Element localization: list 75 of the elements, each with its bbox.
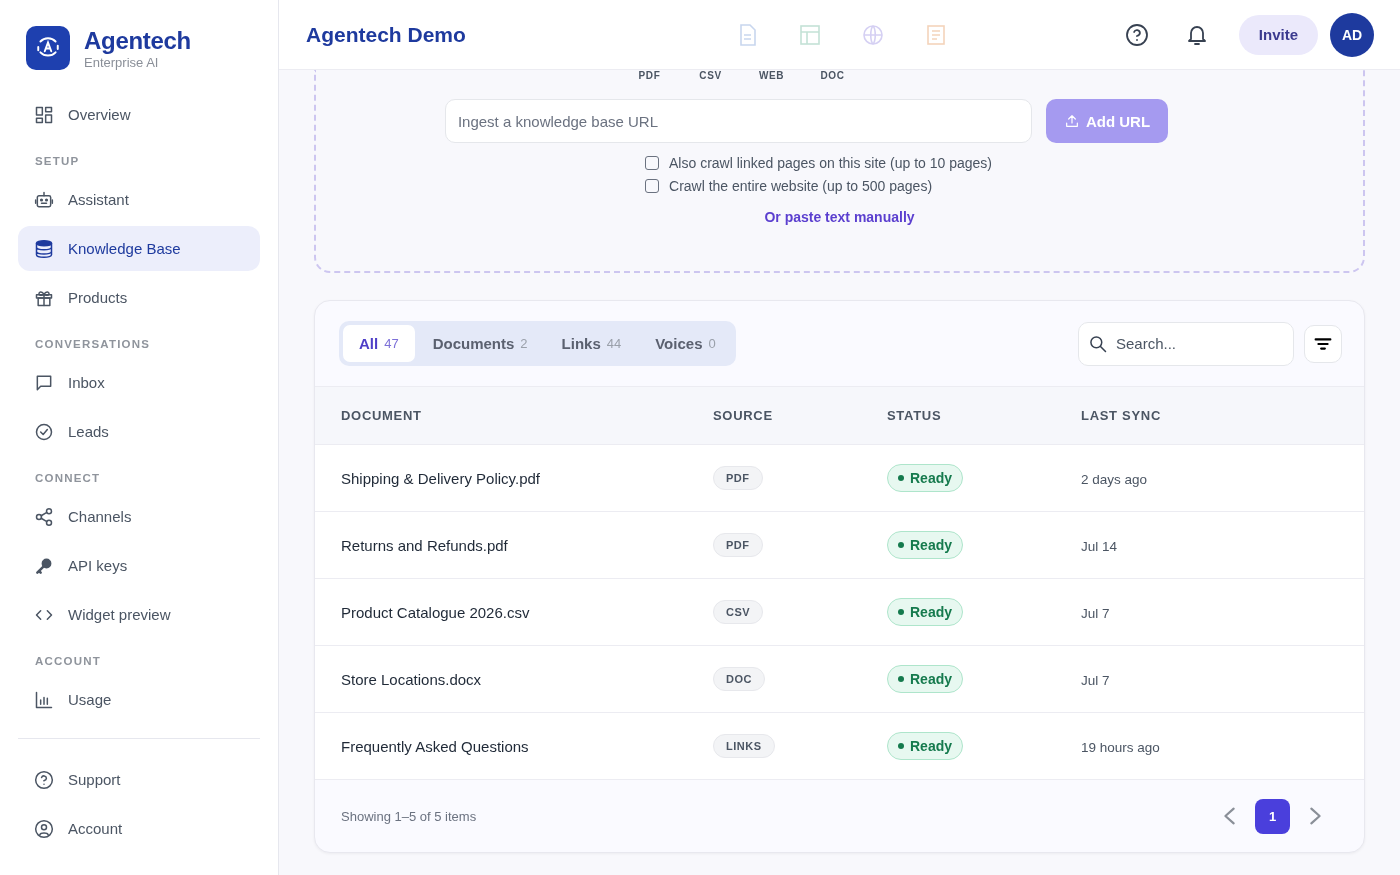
help-icon [1124,22,1149,47]
file-type-label: PDF [637,70,662,81]
document-name: Product Catalogue 2026.csv [341,603,530,621]
column-header: SOURCE [713,408,773,423]
checkbox[interactable] [645,179,659,193]
document-name: Returns and Refunds.pdf [341,536,508,554]
section-label: ACCOUNT [34,654,102,669]
source-tag: DOC [713,667,765,691]
status-badge: Ready [887,598,964,626]
status-badge: Ready [887,665,964,693]
bar-chart-icon [34,689,54,710]
filter-tab[interactable]: All 47 [343,325,415,362]
file-type-label: CSV [698,70,723,81]
paste-text-link[interactable]: Or paste text manually [758,208,921,226]
last-sync-time: Jul 7 [1081,605,1110,621]
page-title: Agentech Demo [306,22,467,47]
sidebar-item[interactable]: Knowledge Base [18,226,260,271]
filter-button[interactable] [1304,324,1342,363]
sidebar-item[interactable]: Inbox [18,360,260,405]
robot-icon [34,189,54,210]
source-tag: PDF [713,533,763,557]
document-name: Store Locations.docx [341,670,482,688]
sidebar-item[interactable]: Leads [18,409,260,454]
status-badge: Ready [887,464,964,492]
sidebar-item[interactable]: Account [18,806,260,851]
status-badge: Ready [887,531,964,559]
filter-tab[interactable]: Documents 2 [416,325,544,362]
user-circle-icon [34,818,54,839]
invite-button[interactable]: Invite [1238,14,1318,55]
sidebar-item[interactable]: Channels [18,494,260,539]
search-field[interactable]: Search... [1078,321,1294,366]
brand-name: Agentech [84,26,191,55]
last-sync-time: 2 days ago [1081,471,1148,487]
url-field[interactable]: Ingest a knowledge base URL [444,99,1032,143]
section-label: CONVERSATIONS [34,337,152,352]
user-avatar[interactable]: AD [1330,12,1374,57]
check-badge-icon [34,421,54,442]
app-logo [26,26,70,70]
column-header: LAST SYNC [1081,408,1161,423]
search-icon [1088,333,1108,354]
last-sync-time: Jul 7 [1081,672,1110,688]
last-sync-time: 19 hours ago [1081,739,1160,755]
source-tag: LINKS [713,734,775,758]
sidebar-item[interactable]: Assistant [18,177,260,222]
source-tag: CSV [713,600,764,624]
last-sync-time: Jul 14 [1081,538,1118,554]
section-label: CONNECT [34,471,102,486]
file-type-label: DOC [819,70,846,81]
document-name: Frequently Asked Questions [341,737,529,755]
pagination-summary: Showing 1–5 of 5 items [341,808,477,824]
status-badge: Ready [887,732,964,760]
checkbox-label: Also crawl linked pages on this site (up to 10 pages) [669,155,992,171]
brand-subtitle: Enterprise AI [84,54,160,70]
page-button[interactable]: 1 [1255,798,1290,834]
grid-icon [34,104,54,125]
column-header: STATUS [887,408,942,423]
column-header: DOCUMENT [341,408,422,423]
checkbox[interactable] [645,156,659,170]
checkbox-label: Crawl the entire website (up to 500 pages) [669,178,933,194]
sidebar-item[interactable]: Overview [18,92,260,137]
document-name: Shipping & Delivery Policy.pdf [341,469,540,487]
section-label: SETUP [34,154,81,169]
filter-tab[interactable]: Links 44 [545,325,638,362]
share-icon [34,506,54,527]
source-tag: PDF [713,466,763,490]
filter-tab[interactable]: Voices 0 [639,325,732,362]
sidebar-item[interactable]: Widget preview [18,592,260,637]
database-icon [34,238,54,259]
sidebar-item[interactable]: API keys [18,543,260,588]
help-icon [34,769,54,790]
sidebar-item[interactable]: Usage [18,677,260,722]
sidebar-item[interactable]: Products [18,275,260,320]
file-type-label: WEB [758,70,785,81]
sidebar-item[interactable]: Support [18,757,260,802]
upload-icon [1063,113,1080,129]
